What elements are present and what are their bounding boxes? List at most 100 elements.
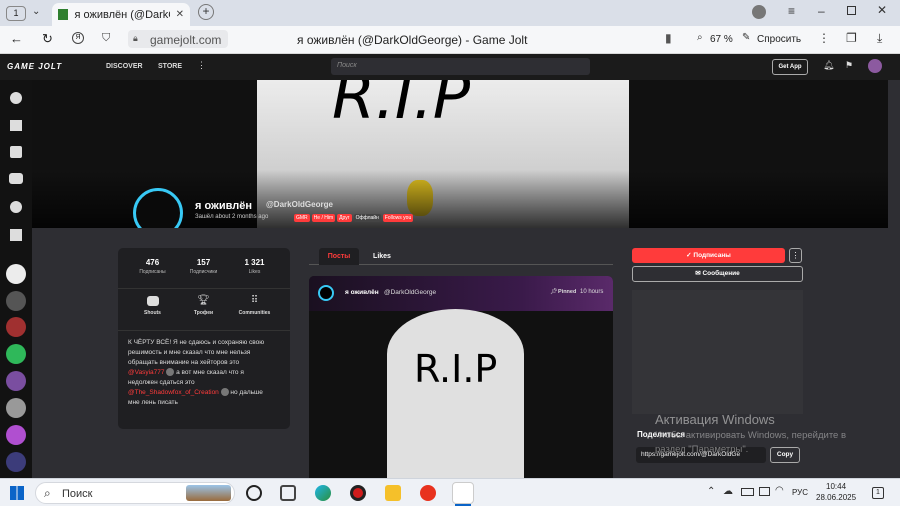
discord-icon[interactable] (10, 201, 22, 213)
bio-mention[interactable]: @Vasyia777 (128, 369, 164, 376)
zoom-level[interactable]: 67 % (710, 34, 733, 45)
close-window-icon[interactable]: ✕ (877, 3, 887, 17)
follow-button[interactable]: ✓ Подписаны (632, 248, 785, 263)
profile-more-button[interactable]: ⋮ (789, 248, 802, 263)
ask-icon: ✎ (742, 32, 751, 43)
community-avatar-7[interactable] (6, 425, 26, 445)
bag-icon[interactable] (10, 146, 22, 158)
stat-followed[interactable]: 476 Подписаны (130, 258, 175, 275)
recorder-icon[interactable] (350, 485, 366, 501)
quests-icon[interactable]: ⚑ (845, 60, 853, 71)
clock-date[interactable]: 28.06.2025 (816, 493, 856, 502)
bell-icon[interactable]: 🔔︎ (823, 60, 834, 71)
more-icon[interactable]: ⋮ (818, 31, 830, 45)
community-avatar-2[interactable] (6, 291, 26, 311)
profile-joined: Зашёл about 2 months ago (195, 214, 269, 220)
tab-title: я оживлён (@DarkOldGe (74, 8, 169, 21)
tab-likes[interactable]: Likes (362, 248, 402, 265)
stat-followers[interactable]: 157 Подписчики (181, 258, 226, 275)
menu-icon[interactable]: ≡ (788, 4, 795, 18)
download-icon[interactable]: ⤓ (877, 31, 882, 46)
battery-icon[interactable] (741, 488, 754, 496)
zoom-icon[interactable]: ⌕ (697, 32, 703, 43)
search-highlight-image (186, 485, 231, 501)
task-view-icon[interactable] (280, 485, 296, 501)
yandex-icon[interactable]: Я (72, 32, 84, 44)
post-time: 10 hours (580, 289, 604, 295)
message-button[interactable]: ✉ Сообщение (632, 266, 803, 282)
section-shouts[interactable]: Shouts (130, 296, 175, 316)
yandex-active-icon[interactable] (452, 482, 474, 504)
nav-more-icon[interactable]: ⋮ (197, 60, 206, 71)
community-avatar-8[interactable] (6, 452, 26, 472)
cloud-icon[interactable]: ☁ (723, 486, 733, 497)
display-icon[interactable] (759, 487, 770, 496)
edge-icon[interactable] (315, 485, 331, 501)
chevron-down-icon[interactable]: ⌄ (32, 6, 40, 17)
shield-icon[interactable]: ⛉ (102, 32, 110, 45)
tab-counter[interactable]: 1 (6, 6, 26, 21)
explorer-icon[interactable] (385, 485, 401, 501)
mention-avatar (166, 368, 175, 377)
nav-discover[interactable]: DISCOVER (106, 63, 143, 70)
section-communities[interactable]: ⠿ Communities (232, 296, 277, 317)
stat-label: Подписаны (139, 269, 166, 275)
user-avatar[interactable] (868, 59, 882, 73)
collections-icon[interactable]: ❐ (846, 31, 857, 45)
url-text: gamejolt.com (150, 33, 222, 47)
nav-store[interactable]: STORE (158, 63, 182, 70)
post-handle[interactable]: @DarkOldGeorge (384, 289, 436, 296)
get-app-button[interactable]: Get App (772, 59, 808, 75)
back-icon[interactable]: ← (10, 31, 23, 46)
maximize-icon[interactable] (847, 6, 856, 15)
community-avatar-5[interactable] (6, 371, 26, 391)
community-avatar-6[interactable] (6, 398, 26, 418)
bio-mention[interactable]: @The_Shadowfox_of_Creation (128, 389, 219, 396)
notification-badge[interactable]: 1 (872, 487, 884, 499)
bio-line: решимость и мне сказал что мне нельзя (128, 349, 251, 356)
profile-tag: He / Him (311, 214, 336, 222)
trophy-icon: 🏆︎ (197, 295, 210, 306)
tray-chevron-icon[interactable]: ⌃ (707, 486, 715, 497)
taskbar-search[interactable]: ⌕ Поиск (35, 482, 235, 504)
language-indicator[interactable]: РУС (792, 488, 808, 497)
post-avatar[interactable] (318, 285, 334, 301)
community-avatar-4[interactable] (6, 344, 26, 364)
profile-icon[interactable] (752, 5, 766, 19)
section-trophies[interactable]: 🏆︎ Трофеи (181, 295, 226, 317)
clock-time[interactable]: 10:44 (826, 482, 846, 491)
bio-line: мне лень писать (128, 399, 178, 406)
new-tab-icon[interactable]: + (198, 4, 214, 20)
bio: К ЧЁРТУ ВСЁ! Я не сдаюсь и сохраняю свою… (128, 338, 283, 408)
post-card[interactable]: я оживлён @DarkOldGeorge 📌︎ Pinned 10 ho… (309, 276, 613, 478)
home-icon[interactable] (10, 92, 22, 104)
tab-posts[interactable]: Посты (319, 248, 359, 265)
page-title: я оживлён (@DarkOldGeorge) - Game Jolt (297, 33, 528, 47)
url-field[interactable]: 🔒︎ gamejolt.com (128, 30, 228, 48)
yandex-browser-icon[interactable] (420, 485, 436, 501)
wifi-icon[interactable]: ◠ (775, 485, 784, 496)
community-avatar-1[interactable] (6, 264, 26, 284)
gj-search-input[interactable]: Поиск (331, 58, 590, 75)
bookmark-icon[interactable]: ▮ (665, 31, 672, 45)
windows-start-icon[interactable] (10, 486, 24, 500)
profile-handle[interactable]: @DarkOldGeorge (266, 200, 333, 209)
divider (118, 288, 290, 289)
close-icon[interactable]: ✕ (176, 9, 184, 20)
grid-icon[interactable] (10, 229, 22, 241)
refresh-icon[interactable]: ↻ (42, 31, 53, 47)
ask-button[interactable]: Спросить (757, 34, 801, 45)
mention-avatar (220, 388, 229, 397)
stat-likes[interactable]: 1 321 Likes (232, 258, 277, 275)
cortana-icon[interactable] (246, 485, 262, 501)
post-image[interactable]: R.I.P (387, 309, 524, 478)
controller-icon[interactable] (9, 173, 23, 184)
store-icon[interactable] (10, 120, 22, 131)
post-header: я оживлён @DarkOldGeorge 📌︎ Pinned 10 ho… (309, 276, 613, 311)
gj-logo[interactable]: GAME JOLT (7, 62, 62, 71)
browser-tab[interactable]: я оживлён (@DarkOldGe ✕ (52, 3, 190, 26)
minimize-icon[interactable]: – (818, 4, 825, 18)
community-avatar-3[interactable] (6, 317, 26, 337)
post-author[interactable]: я оживлён (345, 289, 379, 296)
copy-button[interactable]: Copy (770, 447, 800, 463)
